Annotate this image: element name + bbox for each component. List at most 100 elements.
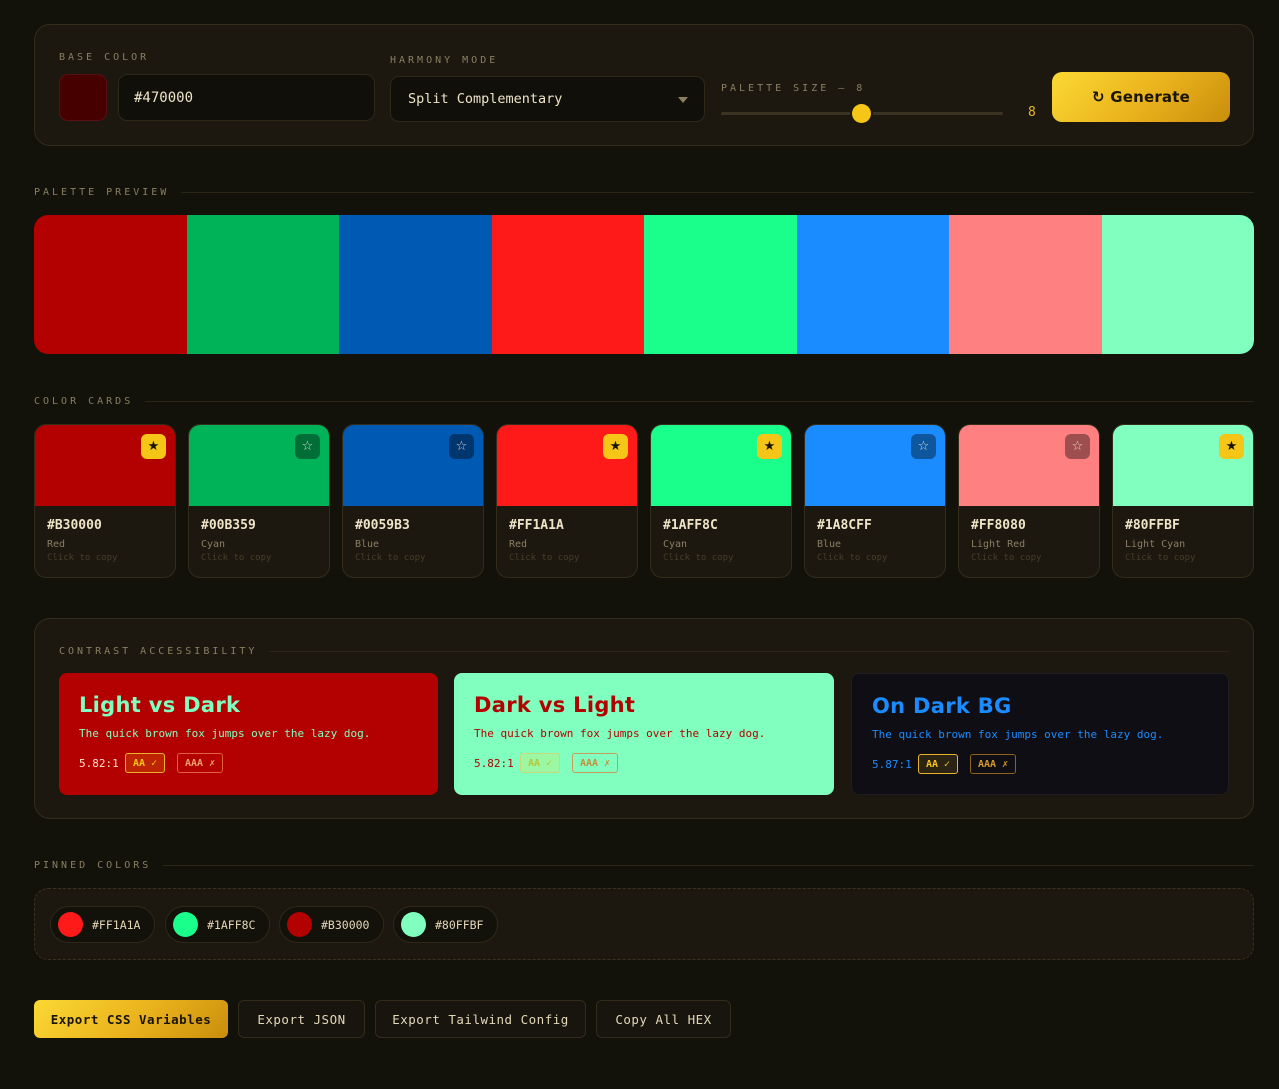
pinned-color-chip[interactable]: #B30000 <box>279 906 385 943</box>
color-card[interactable]: ★ #1AFF8C Cyan Click to copy <box>650 424 792 578</box>
aa-badge: AA ✓ <box>520 753 561 773</box>
pinned-header: PINNED COLORS <box>34 858 1254 872</box>
contrast-sample-title: Light vs Dark <box>79 693 241 717</box>
color-card[interactable]: ☆ #FF8080 Light Red Click to copy <box>958 424 1100 578</box>
color-card-copy-hint: Click to copy <box>201 553 272 563</box>
contrast-sample-card: Dark vs Light The quick brown fox jumps o… <box>454 673 834 795</box>
color-card-hex: #FF1A1A <box>509 518 564 533</box>
contrast-sample-title: Dark vs Light <box>474 693 636 717</box>
pinned-color-hex: #FF1A1A <box>92 917 141 932</box>
color-card[interactable]: ☆ #00B359 Cyan Click to copy <box>188 424 330 578</box>
palette-segment[interactable] <box>491 215 644 354</box>
palette-size-label: PALETTE SIZE — 8 <box>721 83 866 94</box>
color-card-swatch: ★ <box>497 425 637 506</box>
color-card-copy-hint: Click to copy <box>47 553 118 563</box>
pinned-color-dot <box>173 912 198 937</box>
contrast-ratio: 5.82:1 <box>79 757 119 770</box>
pinned-colors-tray: #FF1A1A #1AFF8C #B30000 #80FFBF <box>34 888 1254 960</box>
aaa-badge: AAA ✗ <box>177 753 224 773</box>
export-json-button[interactable]: Export JSON <box>238 1000 365 1038</box>
color-card-swatch: ★ <box>35 425 175 506</box>
aaa-badge: AAA ✗ <box>572 753 619 773</box>
palette-segment[interactable] <box>949 215 1102 354</box>
color-card-swatch: ☆ <box>189 425 329 506</box>
palette-preview-header: PALETTE PREVIEW <box>34 185 1254 199</box>
palette-preview-strip <box>34 215 1254 354</box>
pinned-color-chip[interactable]: #FF1A1A <box>50 906 156 943</box>
palette-segment[interactable] <box>1101 215 1254 354</box>
color-card-hex: #00B359 <box>201 518 256 533</box>
divider <box>145 400 1254 402</box>
color-card[interactable]: ★ #FF1A1A Red Click to copy <box>496 424 638 578</box>
color-card-name: Light Red <box>971 539 1026 550</box>
palette-size-slider-thumb[interactable] <box>852 104 871 123</box>
color-card-hex: #1A8CFF <box>817 518 872 533</box>
color-card-swatch: ☆ <box>805 425 945 506</box>
generate-button[interactable]: ↻ Generate <box>1052 72 1230 122</box>
color-card[interactable]: ☆ #1A8CFF Blue Click to copy <box>804 424 946 578</box>
base-color-input[interactable] <box>118 74 375 121</box>
color-card-name: Light Cyan <box>1125 539 1186 550</box>
export-css-button[interactable]: Export CSS Variables <box>34 1000 228 1038</box>
pinned-color-chip[interactable]: #1AFF8C <box>165 906 271 943</box>
color-card-swatch: ★ <box>1113 425 1253 506</box>
aa-badge: AA ✓ <box>918 754 959 774</box>
color-card-copy-hint: Click to copy <box>355 553 426 563</box>
star-filled-icon[interactable]: ★ <box>141 434 166 459</box>
color-card[interactable]: ☆ #0059B3 Blue Click to copy <box>342 424 484 578</box>
star-outline-icon[interactable]: ☆ <box>1065 434 1090 459</box>
contrast-sample-card: On Dark BG The quick brown fox jumps over… <box>851 673 1229 795</box>
star-outline-icon[interactable]: ☆ <box>911 434 936 459</box>
pinned-color-chip[interactable]: #80FFBF <box>393 906 499 943</box>
color-card-hex: #0059B3 <box>355 518 410 533</box>
palette-preview-title: PALETTE PREVIEW <box>34 186 170 198</box>
color-card-copy-hint: Click to copy <box>509 553 580 563</box>
chevron-down-icon <box>678 97 688 103</box>
contrast-sample-text: The quick brown fox jumps over the lazy … <box>79 727 371 740</box>
aa-badge: AA ✓ <box>125 753 166 773</box>
color-card-name: Cyan <box>201 539 226 550</box>
palette-segment[interactable] <box>34 215 187 354</box>
star-filled-icon[interactable]: ★ <box>603 434 628 459</box>
color-card-name: Red <box>509 539 528 550</box>
divider <box>181 191 1254 193</box>
contrast-ratio: 5.82:1 <box>474 757 514 770</box>
pinned-color-dot <box>58 912 83 937</box>
color-card-name: Red <box>47 539 66 550</box>
color-card[interactable]: ★ #80FFBF Light Cyan Click to copy <box>1112 424 1254 578</box>
contrast-title: CONTRAST ACCESSIBILITY <box>59 645 258 657</box>
pinned-title: PINNED COLORS <box>34 859 152 871</box>
pinned-color-hex: #B30000 <box>321 917 370 932</box>
palette-segment[interactable] <box>339 215 492 354</box>
palette-segment[interactable] <box>186 215 339 354</box>
star-outline-icon[interactable]: ☆ <box>295 434 320 459</box>
color-card[interactable]: ★ #B30000 Red Click to copy <box>34 424 176 578</box>
divider <box>163 864 1254 866</box>
contrast-sample-text: The quick brown fox jumps over the lazy … <box>474 727 766 740</box>
color-cards-title: COLOR CARDS <box>34 395 134 407</box>
color-card-swatch: ☆ <box>959 425 1099 506</box>
harmony-mode-value: Split Complementary <box>408 91 563 107</box>
star-filled-icon[interactable]: ★ <box>1219 434 1244 459</box>
pinned-color-dot <box>287 912 312 937</box>
base-color-swatch[interactable] <box>59 74 107 121</box>
color-card-name: Blue <box>817 539 842 550</box>
palette-segment[interactable] <box>644 215 797 354</box>
star-outline-icon[interactable]: ☆ <box>449 434 474 459</box>
contrast-header: CONTRAST ACCESSIBILITY <box>59 644 1229 658</box>
contrast-ratio: 5.87:1 <box>872 758 912 771</box>
copy-all-hex-button[interactable]: Copy All HEX <box>596 1000 731 1038</box>
palette-segment[interactable] <box>796 215 949 354</box>
color-card-swatch: ★ <box>651 425 791 506</box>
pinned-color-hex: #1AFF8C <box>207 917 256 932</box>
color-card-copy-hint: Click to copy <box>817 553 888 563</box>
divider <box>269 650 1229 652</box>
star-filled-icon[interactable]: ★ <box>757 434 782 459</box>
contrast-sample-title: On Dark BG <box>872 694 1012 718</box>
color-card-hex: #80FFBF <box>1125 518 1180 533</box>
pinned-color-hex: #80FFBF <box>435 917 484 932</box>
aaa-badge: AAA ✗ <box>970 754 1017 774</box>
contrast-sample-card: Light vs Dark The quick brown fox jumps o… <box>59 673 438 795</box>
export-tailwind-button[interactable]: Export Tailwind Config <box>375 1000 586 1038</box>
harmony-mode-select[interactable]: Split Complementary <box>390 76 705 122</box>
